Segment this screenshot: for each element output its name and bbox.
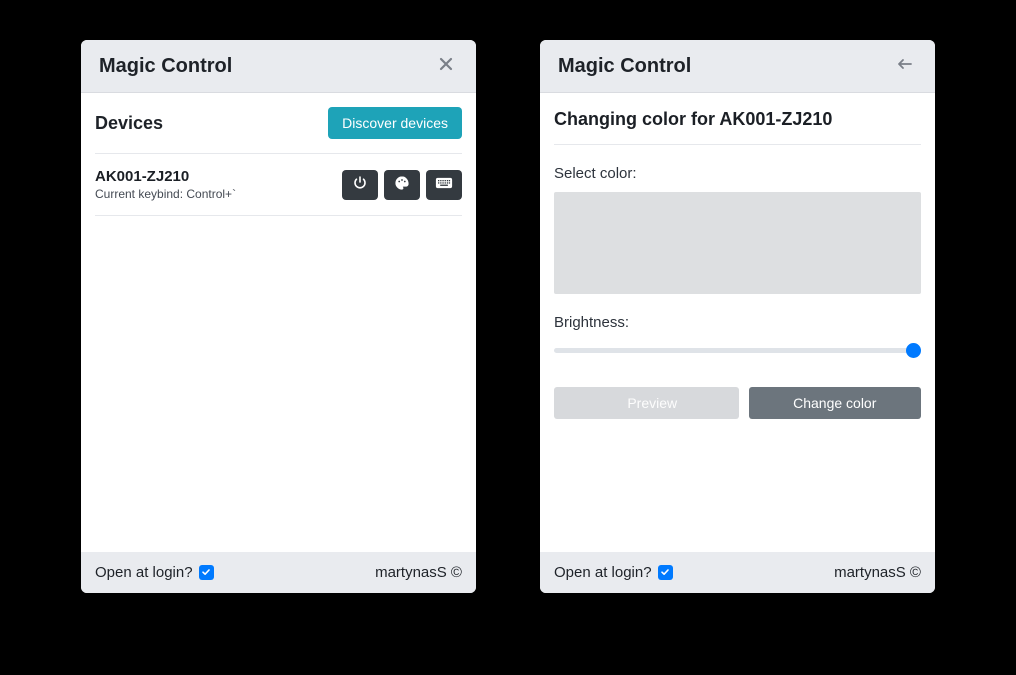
select-color-label: Select color: <box>554 165 921 182</box>
back-button[interactable] <box>893 54 917 78</box>
change-color-button[interactable]: Change color <box>749 387 922 419</box>
device-actions <box>342 170 462 200</box>
keyboard-button[interactable] <box>426 170 462 200</box>
app-title: Magic Control <box>558 55 691 78</box>
devices-header-row: Devices Discover devices <box>95 93 462 154</box>
footer-left: Open at login? <box>95 564 214 581</box>
titlebar: Magic Control <box>540 40 935 93</box>
footer: Open at login? martynasS © <box>540 552 935 593</box>
check-icon <box>201 564 211 581</box>
footer-left: Open at login? <box>554 564 673 581</box>
palette-icon <box>394 175 410 196</box>
color-picker[interactable] <box>554 192 921 294</box>
power-icon <box>352 175 368 196</box>
titlebar: Magic Control <box>81 40 476 93</box>
close-icon <box>439 57 453 76</box>
content-area: Devices Discover devices AK001-ZJ210 Cur… <box>81 93 476 552</box>
footer: Open at login? martynasS © <box>81 552 476 593</box>
footer-credit: martynasS © <box>375 564 462 581</box>
device-info: AK001-ZJ210 Current keybind: Control+` <box>95 168 236 201</box>
check-icon <box>660 564 670 581</box>
preview-button[interactable]: Preview <box>554 387 739 419</box>
keyboard-icon <box>435 176 453 195</box>
slider-thumb[interactable] <box>906 343 921 358</box>
power-button[interactable] <box>342 170 378 200</box>
device-row: AK001-ZJ210 Current keybind: Control+` <box>95 154 462 216</box>
open-at-login-label: Open at login? <box>554 564 652 581</box>
page-heading: Changing color for AK001-ZJ210 <box>554 93 921 145</box>
open-at-login-checkbox[interactable] <box>658 565 673 580</box>
brightness-slider[interactable] <box>554 341 921 359</box>
device-keybind-label: Current keybind: Control+` <box>95 187 236 201</box>
open-at-login-label: Open at login? <box>95 564 193 581</box>
color-button[interactable] <box>384 170 420 200</box>
device-name: AK001-ZJ210 <box>95 168 236 185</box>
open-at-login-checkbox[interactable] <box>199 565 214 580</box>
content-area: Changing color for AK001-ZJ210 Select co… <box>540 93 935 552</box>
button-row: Preview Change color <box>554 387 921 419</box>
close-button[interactable] <box>434 54 458 78</box>
slider-track <box>554 348 921 353</box>
app-title: Magic Control <box>99 55 232 78</box>
arrow-left-icon <box>897 57 913 76</box>
discover-devices-button[interactable]: Discover devices <box>328 107 462 139</box>
footer-credit: martynasS © <box>834 564 921 581</box>
window-devices: Magic Control Devices Discover devices A… <box>81 40 476 593</box>
devices-section-title: Devices <box>95 113 163 134</box>
brightness-label: Brightness: <box>554 314 921 331</box>
window-color: Magic Control Changing color for AK001-Z… <box>540 40 935 593</box>
